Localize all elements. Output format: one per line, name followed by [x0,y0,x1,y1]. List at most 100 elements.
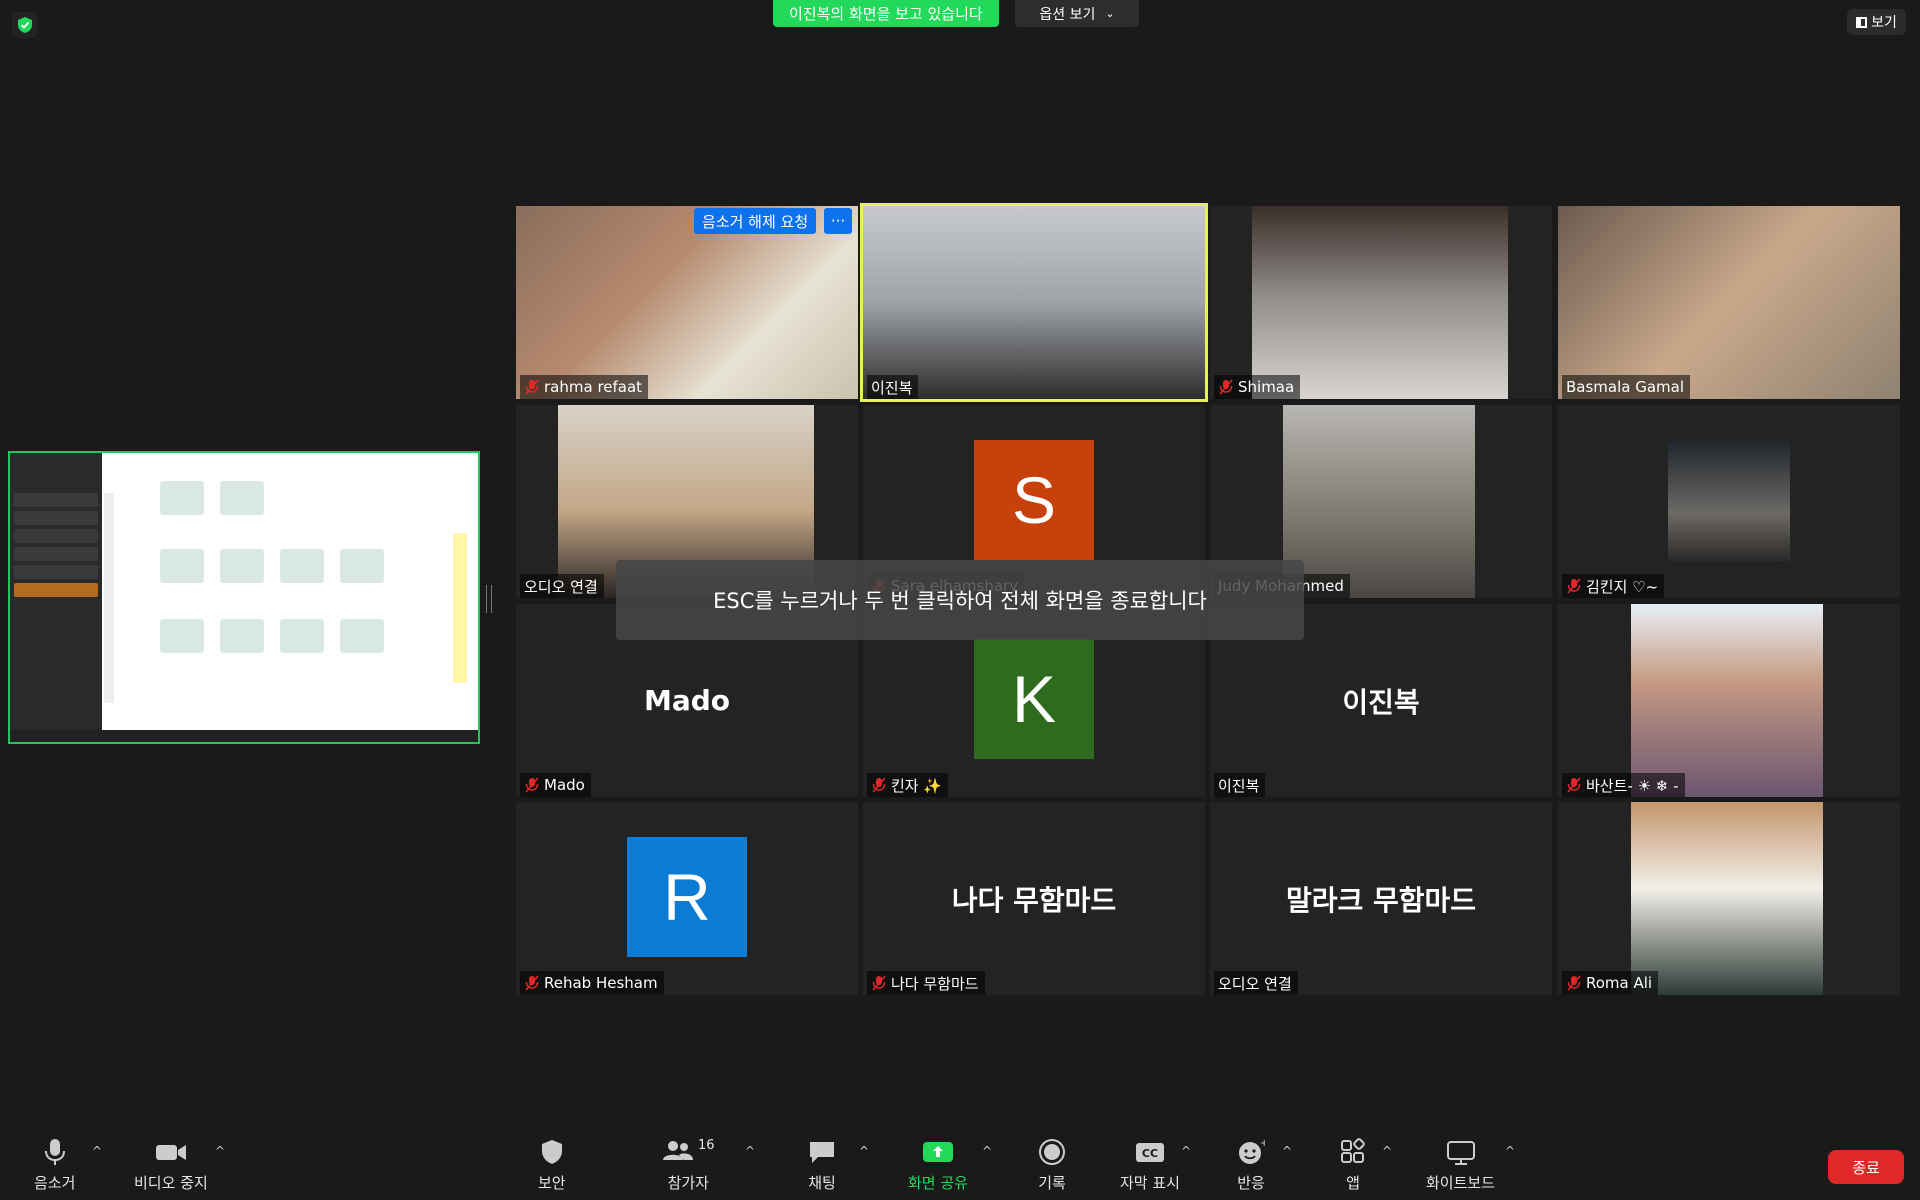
participant-tile[interactable]: 바산트- ☀ ❄ - [1558,604,1900,797]
participant-video [863,206,1205,399]
stop-video-button[interactable]: 비디오 중지 [134,1138,208,1193]
participant-name: 오디오 연결 [1218,974,1292,993]
participants-count: 16 [698,1138,715,1153]
captions-options-caret[interactable]: ^ [1181,1144,1191,1158]
participant-tile[interactable]: rahma refaat [516,206,858,399]
muted-mic-icon [1567,777,1581,793]
unmute-request-button[interactable]: 음소거 해제 요청 [694,208,817,234]
participant-name: 나다 무함마드 [891,974,979,993]
reactions-button[interactable]: + 반응 [1237,1138,1265,1193]
apps-label: 앱 [1346,1174,1360,1192]
participants-options-caret[interactable]: ^ [745,1144,755,1158]
participants-icon [663,1141,693,1160]
participant-avatar: S [974,440,1094,560]
record-button[interactable]: 기록 [1038,1138,1066,1193]
participant-name: Shimaa [1238,378,1295,396]
participant-name: 바산트- ☀ ❄ - [1586,776,1679,795]
share-screen-button[interactable]: 화면 공유 [908,1138,968,1193]
view-options-dropdown[interactable]: 옵션 보기 ⌄ [1015,0,1139,27]
shared-screen-thumbnail[interactable] [8,451,480,744]
participant-tile[interactable]: 김킨지 ♡~ [1558,405,1900,598]
participant-avatar: R [627,837,747,957]
participant-name-tag: 바산트- ☀ ❄ - [1562,773,1685,797]
tile-more-button[interactable]: ··· [824,208,852,234]
viewing-share-banner: 이진복의 화면을 보고 있습니다 [773,0,999,27]
participant-tile[interactable]: 이진복 [860,203,1208,402]
participant-name: 김킨지 ♡~ [1586,577,1659,596]
mute-label: 음소거 [34,1174,76,1192]
muted-mic-icon [525,777,539,793]
participant-name-tag: Shimaa [1214,375,1301,399]
participant-name: Mado [544,776,585,794]
shared-app-sidebar [10,453,102,742]
participant-name-tag: Mado [520,773,591,797]
participant-video [1252,206,1508,399]
security-button[interactable]: 보안 [538,1138,566,1193]
mute-button[interactable]: 음소거 [34,1138,75,1193]
whiteboard-label: 화이트보드 [1426,1174,1496,1192]
whiteboard-button[interactable]: 화이트보드 [1426,1138,1495,1193]
participants-button[interactable]: 16 참가자 [662,1138,715,1193]
participant-name-tag: 나다 무함마드 [867,971,985,995]
participant-tile[interactable]: R Rehab Hesham [516,802,858,995]
video-label: 비디오 중지 [134,1174,208,1192]
participant-name-tag: 이진복 [867,375,919,399]
record-label: 기록 [1038,1174,1066,1192]
record-icon [1039,1139,1065,1165]
captions-label: 자막 표시 [1120,1174,1180,1192]
chat-button[interactable]: 채팅 [808,1138,836,1193]
svg-text:CC: CC [1142,1147,1158,1160]
participant-tile[interactable]: Shimaa [1210,206,1552,399]
participant-name: 킨자 ✨ [891,776,943,795]
participant-name: 오디오 연결 [524,577,598,596]
participant-tile[interactable]: 말라크 무함마드오디오 연결 [1210,802,1552,995]
participant-video [1283,405,1475,598]
share-screen-icon [922,1142,953,1162]
muted-mic-icon [1567,975,1581,991]
chat-options-caret[interactable]: ^ [859,1144,869,1158]
participant-tile[interactable]: Basmala Gamal [1558,206,1900,399]
participant-name-tag: Basmala Gamal [1562,375,1691,399]
participant-name-tag: rahma refaat [520,375,649,399]
shared-document-page [120,459,466,709]
participant-video [1631,604,1823,797]
view-button-label: 보기 [1871,15,1897,31]
participant-name: 이진복 [1218,776,1260,795]
smiley-icon: + [1239,1138,1265,1164]
chat-bubble-icon [810,1142,834,1163]
whiteboard-options-caret[interactable]: ^ [1505,1144,1515,1158]
video-camera-icon [155,1145,186,1160]
reactions-options-caret[interactable]: ^ [1282,1144,1292,1158]
captions-button[interactable]: CC 자막 표시 [1120,1138,1180,1193]
video-options-caret[interactable]: ^ [215,1144,225,1158]
muted-mic-icon [525,975,539,991]
muted-mic-icon [1567,578,1581,594]
participant-name: Rehab Hesham [544,974,658,992]
share-options-caret[interactable]: ^ [982,1144,992,1158]
apps-options-caret[interactable]: ^ [1382,1144,1392,1158]
split-divider-handle[interactable] [486,585,492,613]
participant-name: 이진복 [871,378,913,397]
participant-display-name: 말라크 무함마드 [1285,883,1477,917]
shield-icon [541,1140,562,1164]
whiteboard-icon [1446,1141,1475,1165]
audio-options-caret[interactable]: ^ [92,1144,102,1158]
participant-name-tag: 킨자 ✨ [867,773,949,797]
participant-avatar: K [974,639,1094,759]
apps-button[interactable]: 앱 [1339,1138,1367,1193]
view-button[interactable]: 보기 [1847,9,1906,35]
end-meeting-button[interactable]: 종료 [1828,1150,1904,1184]
layout-icon [1856,16,1868,28]
participant-display-name: 나다 무함마드 [951,883,1117,917]
share-label: 화면 공유 [908,1174,968,1192]
chat-label: 채팅 [808,1174,836,1192]
participant-name: Basmala Gamal [1566,378,1685,396]
muted-mic-icon [872,975,886,991]
participant-tile[interactable]: 나다 무함마드 나다 무함마드 [863,802,1205,995]
participant-tile[interactable]: Roma Ali [1558,802,1900,995]
muted-mic-icon [1219,379,1233,395]
muted-mic-icon [525,379,539,395]
security-shield-icon[interactable] [12,12,38,38]
security-label: 보안 [538,1174,566,1192]
participants-label: 참가자 [667,1174,709,1192]
